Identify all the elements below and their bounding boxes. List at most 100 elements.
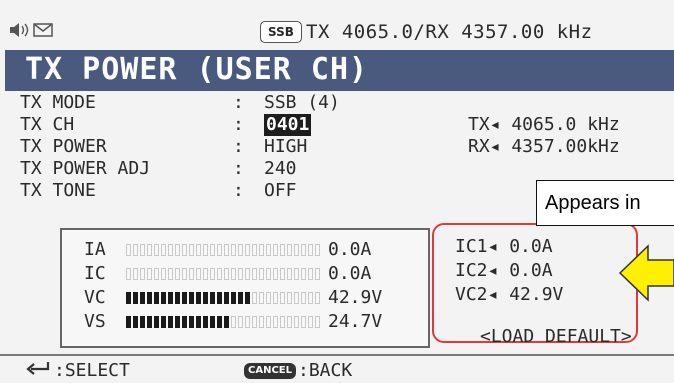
meter-segment (224, 268, 229, 280)
meter-segment (203, 244, 208, 256)
meter-bar (126, 268, 322, 280)
meter-segment (280, 268, 285, 280)
meter-segment (280, 316, 285, 328)
meter-segment (189, 244, 194, 256)
meter-value: 24.7V (328, 311, 383, 332)
meter-segment (301, 244, 306, 256)
meter-segment (231, 244, 236, 256)
meter-segment (315, 268, 320, 280)
enter-key-icon (26, 360, 50, 382)
header-frequency: TX 4065.0/RX 4357.00 kHz (306, 21, 593, 43)
meter-segment (203, 316, 208, 328)
meter-segment (315, 316, 320, 328)
meter-segment (245, 292, 250, 304)
back-label: :BACK (298, 360, 353, 381)
meter-segment (133, 268, 138, 280)
meter-segment (133, 292, 138, 304)
meter-segment (217, 316, 222, 328)
meter-segment (294, 316, 299, 328)
meter-segment (238, 244, 243, 256)
meter-segment (168, 316, 173, 328)
highlight-box (432, 223, 638, 343)
meter-segment (140, 268, 145, 280)
meter-row-vs: VS 24.7V (62, 310, 428, 334)
meter-segment (308, 292, 313, 304)
meter-segment (210, 268, 215, 280)
meter-segment (182, 244, 187, 256)
meter-segment (287, 244, 292, 256)
meter-segment (168, 244, 173, 256)
meter-segment (259, 316, 264, 328)
meter-segment (189, 316, 194, 328)
meter-bar (126, 316, 322, 328)
bottom-bar: :SELECT CANCEL :BACK (0, 354, 674, 383)
meter-segment (266, 244, 271, 256)
mail-icon (33, 22, 53, 42)
meter-segment (301, 292, 306, 304)
setting-value: HIGH (264, 136, 308, 157)
setting-colon: : (233, 158, 244, 179)
meter-segment (147, 268, 152, 280)
setting-label: TX MODE (20, 92, 96, 113)
meter-segment (154, 316, 159, 328)
title-band: TX POWER (USER CH) (5, 50, 674, 91)
meter-segment (231, 292, 236, 304)
page-title: TX POWER (USER CH) (25, 52, 369, 87)
select-hint[interactable]: :SELECT (26, 360, 130, 382)
meter-segment (308, 244, 313, 256)
meter-label: IC (84, 263, 106, 284)
left-arrow-icon (618, 240, 674, 306)
setting-colon: : (233, 92, 244, 113)
meter-segment (273, 268, 278, 280)
meter-segment (189, 268, 194, 280)
meter-segment (238, 292, 243, 304)
meter-segment (280, 244, 285, 256)
meter-value: 0.0A (328, 263, 372, 284)
meter-segment (266, 292, 271, 304)
meter-segment (315, 292, 320, 304)
meter-segment (140, 292, 145, 304)
meter-segment (217, 268, 222, 280)
meter-segment (175, 244, 180, 256)
meter-segment (203, 268, 208, 280)
selected-channel-value[interactable]: 0401 (264, 114, 312, 136)
meter-segment (161, 244, 166, 256)
meter-segment (196, 244, 201, 256)
meter-segment (182, 292, 187, 304)
setting-colon: : (233, 114, 244, 135)
meter-value: 0.0A (328, 239, 372, 260)
meter-segment (154, 244, 159, 256)
meter-segment (238, 268, 243, 280)
meter-value: 42.9V (328, 287, 383, 308)
back-hint[interactable]: CANCEL :BACK (244, 360, 352, 382)
meter-segment (140, 316, 145, 328)
meter-segment (196, 292, 201, 304)
meter-segment (140, 244, 145, 256)
meter-row-ic: IC 0.0A (62, 262, 428, 286)
meter-segment (196, 268, 201, 280)
meter-segment (161, 268, 166, 280)
meter-row-ia: IA 0.0A (62, 238, 428, 262)
meter-panel: IA 0.0A IC 0.0A VC 42.9V VS 24.7V (60, 228, 430, 348)
meter-segment (301, 268, 306, 280)
meter-segment (252, 268, 257, 280)
meter-segment (175, 292, 180, 304)
meter-segment (266, 268, 271, 280)
meter-segment (147, 244, 152, 256)
meter-segment (189, 292, 194, 304)
meter-segment (161, 292, 166, 304)
setting-label: TX POWER ADJ (20, 158, 151, 179)
meter-label: IA (84, 239, 106, 260)
meter-segment (259, 244, 264, 256)
meter-segment (294, 244, 299, 256)
meter-segment (287, 292, 292, 304)
meter-segment (182, 316, 187, 328)
meter-segment (210, 316, 215, 328)
load-default-button[interactable]: <LOAD DEFAULT> (480, 326, 632, 348)
meter-segment (126, 268, 131, 280)
meter-label: VC (84, 287, 106, 308)
meter-segment (203, 292, 208, 304)
meter-segment (168, 268, 173, 280)
setting-value: 240 (264, 158, 297, 179)
meter-segment (238, 316, 243, 328)
